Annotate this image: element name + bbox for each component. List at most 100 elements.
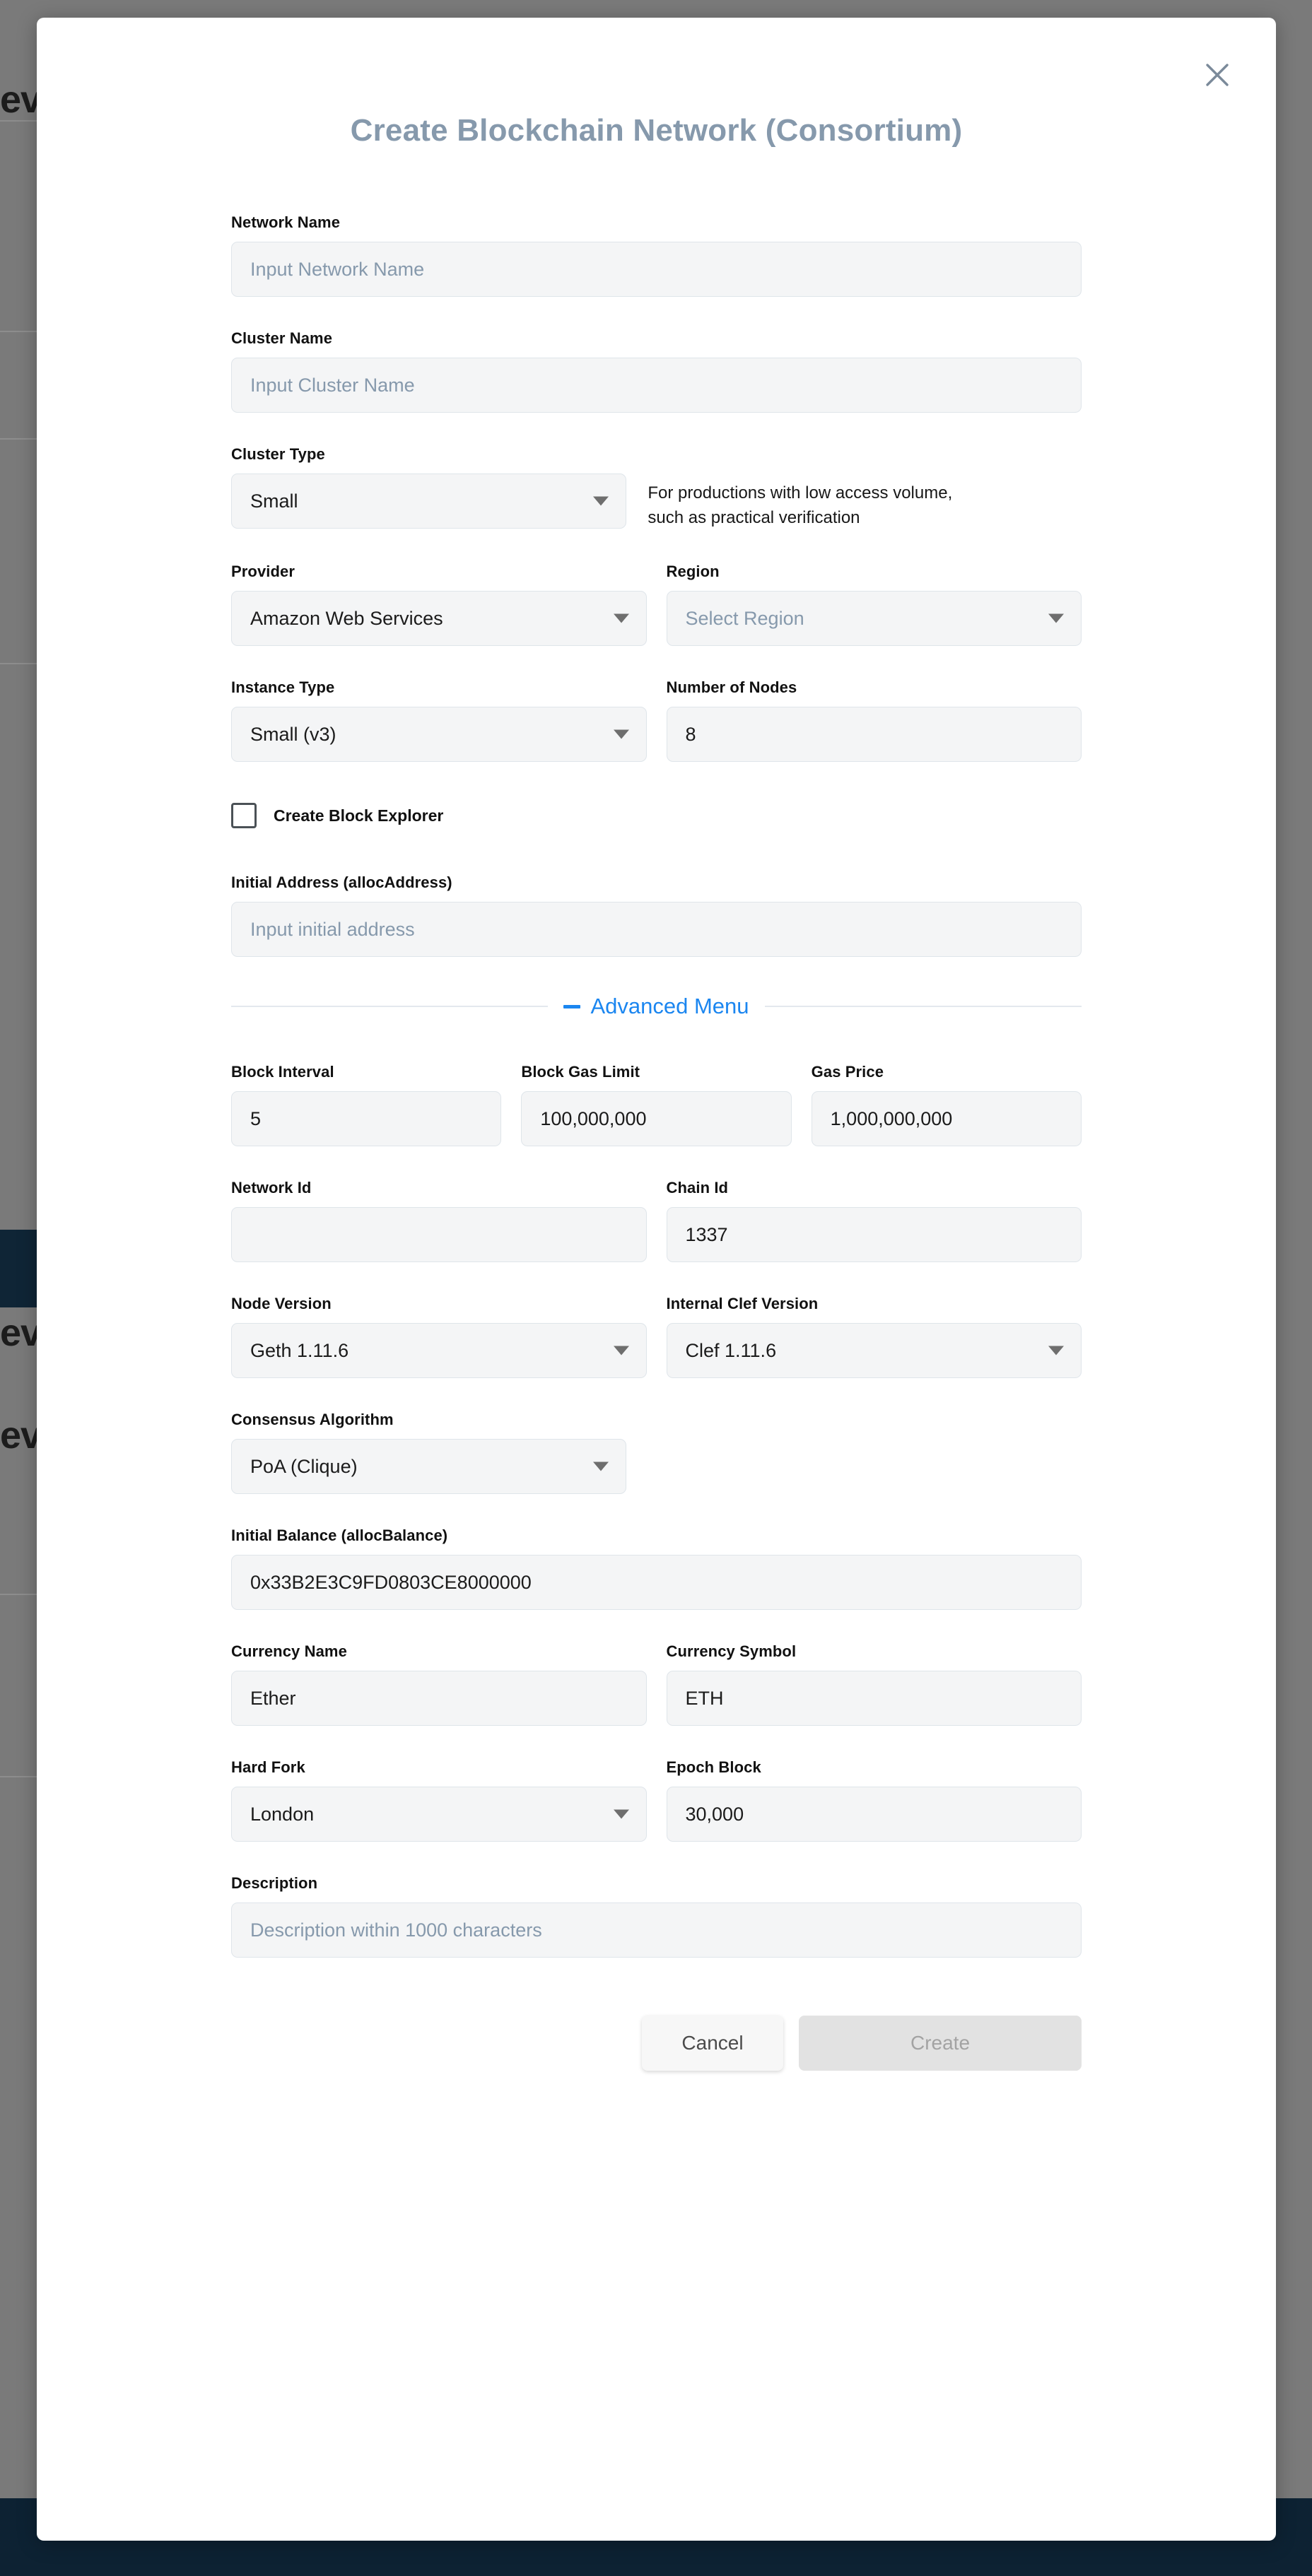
chevron-down-icon [1048,613,1064,623]
advanced-menu-label: Advanced Menu [590,994,749,1019]
create-block-explorer-row[interactable]: Create Block Explorer [231,803,1082,829]
instance-type-select[interactable]: Small (v3) [231,707,647,763]
label-currency-name: Currency Name [231,1642,347,1661]
block-interval-input[interactable]: 5 [231,1091,502,1147]
chain-id-input[interactable]: 1337 [666,1207,1082,1263]
field-network-id: Network Id [231,1179,647,1263]
cluster-type-select[interactable]: Small [231,474,627,529]
field-description: Description Description within 1000 char… [231,1874,1082,1958]
create-blockchain-network-modal: Create Blockchain Network (Consortium) N… [37,18,1276,2541]
field-cluster-type: Cluster Type Small For productions with … [231,445,1082,530]
chevron-down-icon [613,1346,629,1355]
label-initial-address: Initial Address (allocAddress) [231,874,452,892]
internal-clef-version-select[interactable]: Clef 1.11.6 [666,1323,1082,1379]
background-card-2 [0,438,37,664]
description-textarea[interactable]: Description within 1000 characters [231,1902,1082,1958]
consensus-algorithm-select[interactable]: PoA (Clique) [231,1439,627,1495]
node-version-value: Geth 1.11.6 [250,1339,349,1361]
label-initial-balance: Initial Balance (allocBalance) [231,1527,448,1545]
initial-address-input[interactable]: Input initial address [231,902,1082,958]
label-gas-price: Gas Price [811,1063,884,1081]
label-network-id: Network Id [231,1179,312,1197]
cluster-type-helper-text: For productions with low access volume, … [648,483,953,528]
hard-fork-select[interactable]: London [231,1787,647,1842]
internal-clef-version-value: Clef 1.11.6 [685,1339,777,1361]
region-value: Select Region [685,607,804,629]
label-instance-type: Instance Type [231,678,335,697]
chevron-down-icon [613,729,629,739]
currency-symbol-input[interactable]: ETH [666,1671,1082,1727]
field-number-of-nodes: Number of Nodes 8 [666,678,1082,763]
divider-line-right [764,1006,1082,1008]
chevron-down-icon [1048,1346,1064,1355]
field-provider: Provider Amazon Web Services [231,563,647,647]
modal-footer: Cancel Create [37,2016,1276,2071]
background-card-1 [0,120,37,332]
label-block-gas-limit: Block Gas Limit [521,1063,640,1081]
instance-type-value: Small (v3) [250,723,336,745]
row-block-params: Block Interval 5 Block Gas Limit 100,000… [231,1063,1082,1147]
label-consensus-algorithm: Consensus Algorithm [231,1411,394,1429]
consensus-algorithm-value: PoA (Clique) [250,1455,358,1477]
hard-fork-value: London [250,1803,315,1825]
row-instance-nodes: Instance Type Small (v3) Number of Nodes… [231,678,1082,763]
label-network-name: Network Name [231,213,341,231]
block-gas-limit-input[interactable]: 100,000,000 [521,1091,792,1147]
field-cluster-name: Cluster Name Input Cluster Name [231,329,1082,413]
field-epoch-block: Epoch Block 30,000 [666,1758,1082,1842]
initial-balance-input[interactable]: 0x33B2E3C9FD0803CE8000000 [231,1555,1082,1611]
advanced-menu-divider: Advanced Menu [231,994,1082,1019]
label-block-interval: Block Interval [231,1063,334,1081]
network-name-input[interactable]: Input Network Name [231,242,1082,297]
region-select[interactable]: Select Region [666,591,1082,647]
chevron-down-icon [613,1809,629,1819]
label-chain-id: Chain Id [666,1179,729,1197]
background-card-3 [0,1594,37,1777]
currency-name-input[interactable]: Ether [231,1671,647,1727]
field-initial-address: Initial Address (allocAddress) Input ini… [231,874,1082,958]
chevron-down-icon [613,613,629,623]
field-block-gas-limit: Block Gas Limit 100,000,000 [521,1063,792,1147]
background-text-1: ev [0,78,37,121]
cluster-type-value: Small [250,490,298,512]
gas-price-input[interactable]: 1,000,000,000 [811,1091,1082,1147]
provider-select[interactable]: Amazon Web Services [231,591,647,647]
field-hard-fork: Hard Fork London [231,1758,647,1842]
label-hard-fork: Hard Fork [231,1758,305,1777]
epoch-block-input[interactable]: 30,000 [666,1787,1082,1842]
label-epoch-block: Epoch Block [666,1758,761,1777]
node-version-select[interactable]: Geth 1.11.6 [231,1323,647,1379]
number-of-nodes-input[interactable]: 8 [666,707,1082,763]
row-hardfork-epoch: Hard Fork London Epoch Block 30,000 [231,1758,1082,1842]
network-id-input[interactable] [231,1207,647,1263]
field-chain-id: Chain Id 1337 [666,1179,1082,1263]
cluster-name-input[interactable]: Input Cluster Name [231,358,1082,413]
field-block-interval: Block Interval 5 [231,1063,502,1147]
row-currency: Currency Name Ether Currency Symbol ETH [231,1642,1082,1727]
field-gas-price: Gas Price 1,000,000,000 [811,1063,1082,1147]
page-title: Create Blockchain Network (Consortium) [350,113,963,148]
divider-line-left [231,1006,549,1008]
checkbox-icon[interactable] [231,803,257,829]
chevron-down-icon [593,1462,609,1471]
field-network-name: Network Name Input Network Name [231,213,1082,297]
row-versions: Node Version Geth 1.11.6 Internal Clef V… [231,1295,1082,1379]
cancel-button[interactable]: Cancel [642,2016,783,2071]
label-cluster-name: Cluster Name [231,329,333,347]
label-provider: Provider [231,563,295,581]
create-button[interactable]: Create [799,2016,1082,2071]
close-icon[interactable] [1201,59,1234,91]
row-network-chain-id: Network Id Chain Id 1337 [231,1179,1082,1263]
field-instance-type: Instance Type Small (v3) [231,678,647,763]
label-description: Description [231,1874,318,1893]
background-text-2: ev [0,1312,37,1354]
field-consensus-algorithm: Consensus Algorithm PoA (Clique) [231,1411,1082,1495]
background-navy-bar [0,1230,37,1307]
minus-icon [563,1004,581,1008]
field-initial-balance: Initial Balance (allocBalance) 0x33B2E3C… [231,1527,1082,1611]
field-region: Region Select Region [666,563,1082,647]
field-currency-name: Currency Name Ether [231,1642,647,1727]
background-text-3: ev [0,1414,37,1457]
field-currency-symbol: Currency Symbol ETH [666,1642,1082,1727]
advanced-menu-toggle[interactable]: Advanced Menu [563,994,749,1019]
